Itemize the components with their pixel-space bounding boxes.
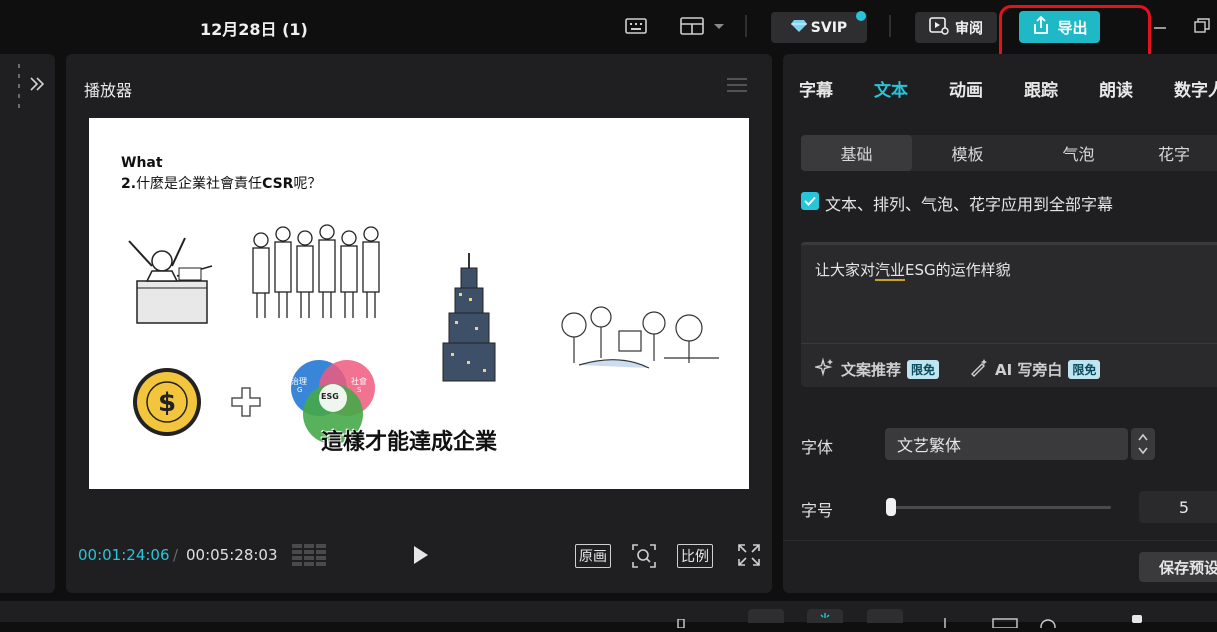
businessman-illustration	[128, 237, 213, 324]
sparkle-icon	[813, 357, 835, 381]
left-panel	[0, 54, 55, 593]
aspect-ratio-button[interactable]: 比例	[677, 544, 713, 568]
split-icon[interactable]	[943, 613, 947, 632]
copy-recommend-button[interactable]: 文案推荐 限免	[813, 357, 940, 381]
check-icon	[804, 196, 816, 206]
tab-text[interactable]: 文本	[874, 76, 908, 101]
text-content[interactable]: 让大家对汽业ESG的运作样貌	[815, 259, 1011, 281]
player-title: 播放器	[84, 81, 133, 100]
notification-dot	[856, 11, 866, 21]
font-select[interactable]: 文艺繁体	[885, 428, 1128, 460]
spellcheck-underline: 汽业	[875, 261, 906, 281]
link-button[interactable]	[867, 609, 903, 623]
review-button[interactable]: 审阅	[915, 12, 997, 43]
slide-heading-en: What	[121, 155, 163, 171]
project-title: 12月28日 (1)	[200, 20, 308, 39]
apply-all-label[interactable]: 文本、排列、气泡、花字应用到全部字幕	[825, 191, 1113, 215]
apply-all-checkbox[interactable]	[801, 192, 819, 210]
tool-icon[interactable]	[676, 613, 686, 632]
text-editor[interactable]: 让大家对汽业ESG的运作样貌 文案推荐 限免 AI 写旁白 限免	[801, 242, 1217, 387]
layout-icon[interactable]	[680, 16, 728, 40]
text-subtabs: 基础 模板 气泡 花字	[801, 135, 1217, 171]
top-bar: 12月28日 (1) SVIP 审阅 导出	[0, 0, 1217, 102]
chevron-up-down-icon	[1138, 433, 1148, 455]
keyboard-icon[interactable]	[625, 17, 647, 39]
plus-icon	[231, 387, 261, 417]
divider	[889, 15, 891, 41]
time-separator: /	[173, 546, 179, 564]
subtab-template[interactable]: 模板	[912, 135, 1023, 171]
play-icon[interactable]	[411, 544, 431, 570]
review-icon	[929, 16, 949, 39]
venn-label-esg: ESG	[321, 392, 339, 401]
original-quality-button[interactable]: 原画	[575, 544, 611, 568]
dotted-divider	[18, 64, 20, 112]
size-label: 字号	[801, 501, 834, 520]
ai-narration-button[interactable]: AI 写旁白 限免	[969, 357, 1101, 381]
tab-read-aloud[interactable]: 朗读	[1099, 76, 1133, 101]
coin-icon: $	[133, 368, 201, 436]
divider	[745, 15, 747, 41]
size-slider-track[interactable]	[889, 506, 1111, 509]
size-slider-thumb[interactable]	[886, 498, 896, 516]
video-preview[interactable]: What 2.什麼是企業社會責任CSR呢？ $ 治理 G 社會 S ESG 這樣…	[89, 118, 749, 489]
venn-label-g-sub: G	[297, 386, 303, 394]
subtitle-text[interactable]: 這樣才能達成企業	[321, 424, 497, 456]
divider	[801, 343, 1217, 344]
size-input[interactable]: 5	[1139, 491, 1217, 523]
free-badge: 限免	[907, 359, 940, 379]
tab-tracking[interactable]: 跟踪	[1024, 76, 1058, 101]
tab-animation[interactable]: 动画	[949, 76, 983, 101]
subtab-bubble[interactable]: 气泡	[1023, 135, 1134, 171]
venn-label-s-sub: S	[357, 386, 362, 394]
park-illustration	[561, 306, 719, 369]
review-label: 审阅	[955, 20, 983, 37]
skyscraper-illustration	[442, 253, 496, 382]
timeline-toolbar	[0, 601, 1217, 632]
divider	[783, 540, 1217, 541]
magnet-button[interactable]	[807, 609, 843, 623]
font-stepper[interactable]	[1131, 428, 1155, 460]
tool-button[interactable]	[748, 609, 784, 623]
tab-digital-human[interactable]: 数字人	[1174, 76, 1217, 101]
player-panel: 播放器 What 2.什麼是企業社會責任CSR呢？ $ 治理 G 社會 S ES…	[66, 54, 772, 593]
properties-panel: 字幕 文本 动画 跟踪 朗读 数字人 基础 模板 气泡 花字 文本、排列、气泡、…	[783, 54, 1217, 593]
menu-icon[interactable]	[727, 77, 747, 97]
save-preset-button[interactable]: 保存预设	[1139, 552, 1217, 582]
font-label: 字体	[801, 438, 834, 457]
subtab-fancy-text[interactable]: 花字	[1134, 135, 1214, 171]
keyboard-icon[interactable]	[992, 613, 1018, 632]
restore-icon[interactable]	[1194, 18, 1210, 38]
magic-pen-icon	[969, 357, 989, 381]
zoom-out-icon[interactable]	[1040, 613, 1060, 632]
minimize-icon[interactable]	[1153, 18, 1167, 37]
fullscreen-icon[interactable]	[738, 544, 760, 570]
total-time: 00:05:28:03	[186, 546, 278, 564]
current-time: 00:01:24:06	[78, 546, 170, 564]
zoom-fit-icon[interactable]	[632, 544, 656, 572]
free-badge: 限免	[1068, 359, 1101, 379]
people-group-illustration	[252, 224, 380, 318]
expand-icon[interactable]	[28, 75, 46, 97]
tab-subtitles[interactable]: 字幕	[799, 76, 833, 101]
svip-label: SVIP	[810, 19, 848, 36]
subtab-basic[interactable]: 基础	[801, 135, 912, 171]
diamond-icon	[790, 19, 807, 37]
timeline-grid-icon[interactable]	[292, 544, 326, 572]
slide-heading: 2.什麼是企業社會責任CSR呢？	[121, 176, 322, 192]
svip-button[interactable]: SVIP	[771, 12, 867, 43]
svg-text:$: $	[158, 388, 176, 418]
